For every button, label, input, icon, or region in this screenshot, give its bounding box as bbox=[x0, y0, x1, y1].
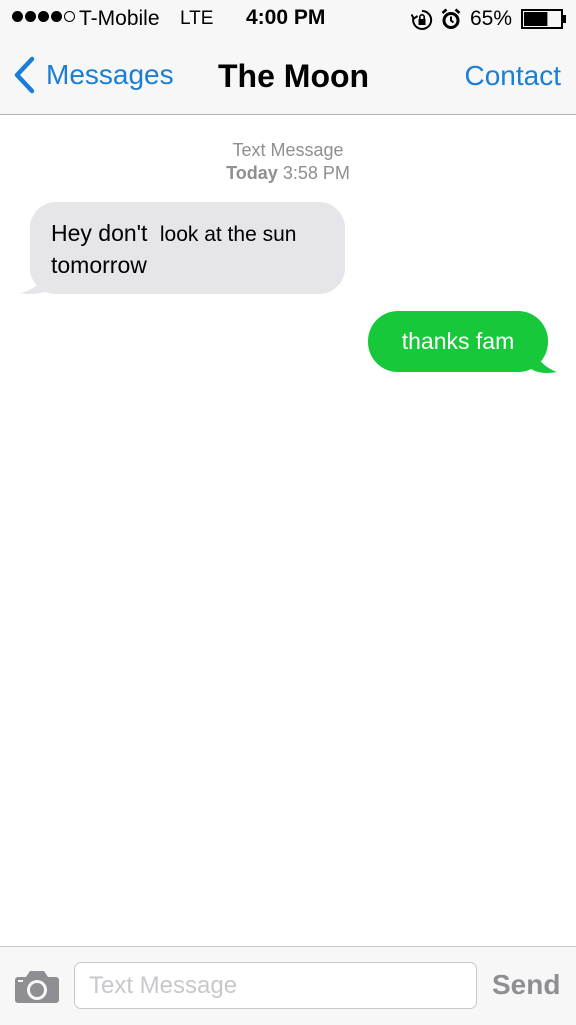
message-text: look at the sun bbox=[159, 223, 297, 246]
message-input[interactable] bbox=[74, 962, 477, 1009]
outgoing-message-bubble[interactable]: thanks fam bbox=[368, 311, 548, 372]
incoming-message-bubble[interactable]: Hey don't look at the sun tomorrow bbox=[30, 202, 345, 294]
signal-strength-icon bbox=[12, 11, 75, 22]
navigation-bar: Messages The Moon Contact bbox=[0, 38, 576, 115]
status-time: 4:00 PM bbox=[246, 6, 326, 29]
signal-dot bbox=[38, 11, 49, 22]
send-button[interactable]: Send bbox=[492, 969, 560, 1001]
camera-icon[interactable] bbox=[14, 968, 60, 1004]
timestamp-time: 3:58 PM bbox=[282, 163, 350, 183]
signal-dot bbox=[64, 11, 75, 22]
signal-dot bbox=[51, 11, 62, 22]
message-text: tomorrow bbox=[51, 252, 147, 278]
back-button-label: Messages bbox=[46, 59, 174, 90]
message-type-label: Text Message bbox=[232, 140, 344, 160]
conversation-title: The Moon bbox=[218, 58, 370, 94]
alarm-icon bbox=[441, 8, 461, 29]
back-button[interactable]: Messages bbox=[12, 56, 174, 94]
timestamp-day: Today bbox=[226, 163, 278, 183]
signal-dot bbox=[12, 11, 23, 22]
carrier-name: T-Mobile bbox=[79, 7, 160, 30]
contact-button[interactable]: Contact bbox=[465, 60, 562, 92]
signal-dot bbox=[25, 11, 36, 22]
battery-percentage: 65% bbox=[470, 7, 513, 30]
rotation-lock-icon bbox=[411, 9, 433, 30]
message-text: Hey don't bbox=[51, 220, 148, 246]
battery-icon bbox=[521, 9, 566, 29]
chevron-left-icon bbox=[14, 56, 35, 94]
status-bar: T-Mobile LTE 4:00 PM 65% bbox=[0, 0, 576, 38]
thread-timestamp: Text Message Today 3:58 PM bbox=[0, 139, 576, 185]
network-type: LTE bbox=[180, 8, 214, 29]
message-input-bar: Send bbox=[0, 946, 576, 1025]
